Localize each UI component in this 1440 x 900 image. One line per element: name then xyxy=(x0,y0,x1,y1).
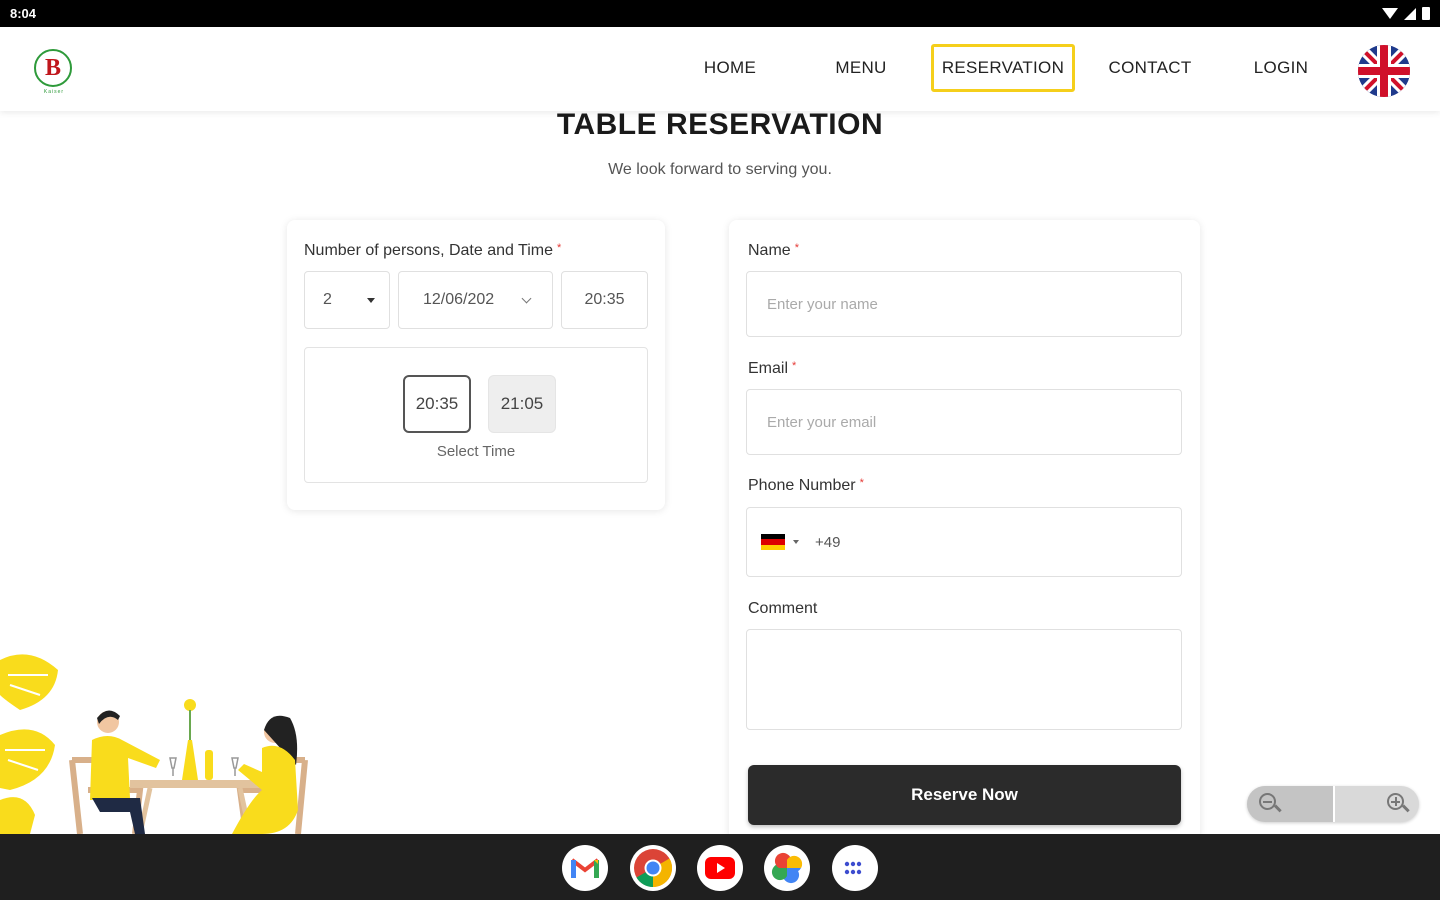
required-mark: * xyxy=(557,242,562,254)
status-time: 8:04 xyxy=(10,6,37,21)
nav-menu[interactable]: MENU xyxy=(820,44,902,92)
email-label: Email * xyxy=(748,360,797,377)
time-value: 20:35 xyxy=(584,291,625,308)
zoom-out-button[interactable] xyxy=(1247,786,1333,822)
booking-label: Number of persons, Date and Time * xyxy=(304,242,562,259)
nav-reservation[interactable]: RESERVATION xyxy=(931,44,1075,92)
time-slot[interactable]: 21:05 xyxy=(488,375,556,433)
page-subtitle: We look forward to serving you. xyxy=(608,161,832,178)
country-caret-icon[interactable] xyxy=(793,540,799,544)
page-title: TABLE RESERVATION xyxy=(556,108,884,141)
android-taskbar xyxy=(0,834,1440,900)
youtube-icon[interactable] xyxy=(697,845,743,891)
name-input[interactable]: Enter your name xyxy=(746,271,1182,337)
select-time-label: Select Time xyxy=(436,443,516,460)
comment-textarea[interactable] xyxy=(746,629,1182,730)
main-nav: HOME MENU RESERVATION CONTACT LOGIN xyxy=(0,44,1440,92)
contact-form-card: Name * Enter your name Email * Enter your … xyxy=(729,220,1200,840)
name-placeholder: Enter your name xyxy=(767,295,878,313)
chevron-down-icon xyxy=(521,293,532,303)
status-icons xyxy=(1382,7,1430,20)
zoom-control xyxy=(1247,786,1419,822)
required-mark: * xyxy=(794,242,799,254)
email-input[interactable]: Enter your email xyxy=(746,389,1182,455)
nav-login[interactable]: LOGIN xyxy=(1240,44,1322,92)
comment-label: Comment xyxy=(748,600,818,617)
status-bar: 8:04 xyxy=(0,0,1440,27)
phone-input[interactable]: +49 xyxy=(746,507,1182,577)
chrome-icon[interactable] xyxy=(630,845,676,891)
language-flag-uk-icon[interactable] xyxy=(1358,45,1410,97)
phone-label: Phone Number * xyxy=(748,477,864,494)
photos-icon[interactable] xyxy=(764,845,810,891)
zoom-in-button[interactable] xyxy=(1335,786,1419,822)
gmail-icon[interactable] xyxy=(562,845,608,891)
persons-select[interactable]: 2 xyxy=(304,271,390,329)
persons-value: 2 xyxy=(323,291,332,308)
app-launcher-icon[interactable] xyxy=(832,845,878,891)
caret-down-icon xyxy=(367,297,375,303)
phone-country-code: +49 xyxy=(815,533,841,551)
date-picker[interactable]: 12/06/202 xyxy=(398,271,553,329)
battery-icon xyxy=(1422,7,1430,20)
zoom-in-icon xyxy=(1387,793,1410,815)
required-mark: * xyxy=(859,477,864,489)
nav-contact[interactable]: CONTACT xyxy=(1095,44,1205,92)
time-field[interactable]: 20:35 xyxy=(561,271,648,329)
name-label: Name * xyxy=(748,242,799,259)
nav-home[interactable]: HOME xyxy=(690,44,770,92)
email-placeholder: Enter your email xyxy=(767,413,877,431)
booking-card: Number of persons, Date and Time * 2 12/0… xyxy=(287,220,665,510)
time-slot-selected[interactable]: 20:35 xyxy=(403,375,471,433)
signal-icon xyxy=(1404,7,1416,20)
wifi-icon xyxy=(1382,8,1398,19)
germany-flag-icon[interactable] xyxy=(761,534,785,550)
site-header: B Kaiser HOME MENU RESERVATION CONTACT L… xyxy=(0,27,1440,111)
zoom-out-icon xyxy=(1259,793,1282,815)
time-slot-panel: 20:35 21:05 Select Time xyxy=(304,347,648,483)
date-value: 12/06/202 xyxy=(423,291,495,308)
reserve-now-button[interactable]: Reserve Now xyxy=(748,765,1181,825)
dining-couple-illustration xyxy=(0,640,320,835)
required-mark: * xyxy=(792,360,797,372)
